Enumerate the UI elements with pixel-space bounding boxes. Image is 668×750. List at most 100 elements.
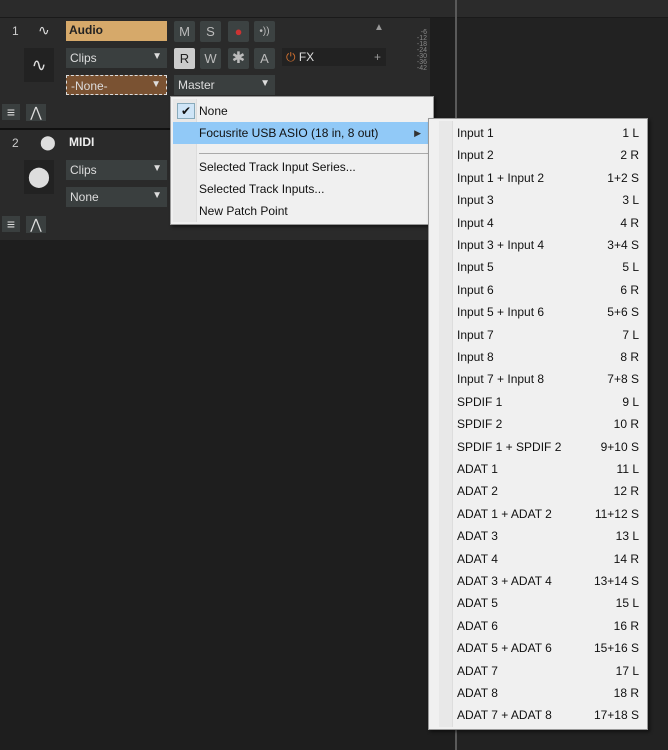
submenu-item-channel: 8 R <box>620 350 639 364</box>
submenu-item[interactable]: ADAT 8 18 R <box>431 682 645 704</box>
submenu-item[interactable]: Input 1 + Input 2 1+2 S <box>431 167 645 189</box>
submenu-item-channel: 17+18 S <box>593 708 639 723</box>
submenu-item[interactable]: ADAT 5 + ADAT 6 15+16 S <box>431 637 645 659</box>
read-automation-button[interactable]: R <box>174 48 195 69</box>
submenu-item[interactable]: Input 1 1 L <box>431 122 645 144</box>
track-name[interactable]: Audio <box>66 21 167 41</box>
submenu-item-label: Input 8 <box>457 350 494 364</box>
automation-icon[interactable]: ⋀ <box>26 104 46 121</box>
submenu-item[interactable]: SPDIF 1 9 L <box>431 391 645 413</box>
submenu-item-label: ADAT 6 <box>457 618 498 633</box>
chevron-down-icon: ▼ <box>152 163 162 174</box>
submenu-item[interactable]: ADAT 1 + ADAT 2 11+12 S <box>431 503 645 525</box>
record-arm-button[interactable]: ● <box>228 21 249 42</box>
submenu-item[interactable]: Input 6 6 R <box>431 279 645 301</box>
input-echo-button[interactable]: •)) <box>254 21 275 42</box>
archive-button[interactable]: A <box>254 48 275 69</box>
fx-bin[interactable]: ⏻ FX + <box>282 48 386 66</box>
submenu-item-label: Input 6 <box>457 282 494 297</box>
track-name[interactable]: MIDI <box>66 133 167 153</box>
submenu-item-label: Input 4 <box>457 215 494 230</box>
submenu-item[interactable]: SPDIF 1 + SPDIF 2 9+10 S <box>431 436 645 458</box>
menu-item-track-inputs[interactable]: Selected Track Inputs... <box>173 178 431 200</box>
meter-tick: -42 <box>416 65 427 72</box>
chevron-down-icon: ▼ <box>152 190 162 201</box>
input-dropdown[interactable]: None ▼ <box>66 187 167 207</box>
midi-icon: ⬤ <box>40 134 56 150</box>
submenu-item[interactable]: ADAT 2 12 R <box>431 480 645 502</box>
submenu-item-label: ADAT 3 + ADAT 4 <box>457 574 552 588</box>
submenu-item-label: Input 1 <box>457 126 494 140</box>
submenu-item[interactable]: Input 2 2 R <box>431 144 645 166</box>
submenu-item-channel: 16 R <box>613 618 639 633</box>
submenu-item[interactable]: Input 7 7 L <box>431 324 645 346</box>
submenu-item-channel: 15+16 S <box>593 641 639 656</box>
submenu-item-label: ADAT 5 <box>457 596 498 611</box>
submenu-item[interactable]: ADAT 6 16 R <box>431 615 645 637</box>
freeze-button[interactable]: ✱ <box>228 48 249 69</box>
menu-item-input-series[interactable]: Selected Track Input Series... <box>173 156 431 178</box>
clips-dropdown[interactable]: Clips ▼ <box>66 48 167 68</box>
submenu-item-channel: 2 R <box>620 148 639 163</box>
add-fx-icon[interactable]: + <box>374 50 381 64</box>
menu-item-none[interactable]: ✔ None <box>173 100 431 122</box>
submenu-item[interactable]: Input 3 + Input 4 3+4 S <box>431 234 645 256</box>
audio-wave-icon: ∿ <box>38 22 50 38</box>
submenu-item[interactable]: ADAT 5 15 L <box>431 592 645 614</box>
automation-icon[interactable]: ⋀ <box>26 216 46 233</box>
checkmark-icon: ✔ <box>177 103 195 119</box>
submenu-item-channel: 14 R <box>613 551 639 566</box>
submenu-item[interactable]: Input 8 8 R <box>431 346 645 368</box>
menu-item-new-patch-point[interactable]: New Patch Point <box>173 200 431 222</box>
clips-label: Clips <box>70 51 97 65</box>
submenu-arrow-icon: ▶ <box>414 128 421 138</box>
submenu-item-channel: 11+12 S <box>594 506 639 521</box>
submenu-item-label: ADAT 5 + ADAT 6 <box>457 641 552 656</box>
submenu-item[interactable]: ADAT 1 11 L <box>431 458 645 480</box>
submenu-item[interactable]: Input 3 3 L <box>431 189 645 211</box>
clips-dropdown[interactable]: Clips ▼ <box>66 160 167 180</box>
submenu-item[interactable]: Input 5 5 L <box>431 256 645 278</box>
output-dropdown[interactable]: Master ▼ <box>174 75 275 95</box>
submenu-item-channel: 6 R <box>620 282 639 297</box>
submenu-item-label: ADAT 7 <box>457 663 498 678</box>
menu-item-label: Selected Track Input Series... <box>199 160 356 174</box>
submenu-item[interactable]: ADAT 4 14 R <box>431 548 645 570</box>
submenu-item-channel: 9+10 S <box>600 439 639 454</box>
power-icon: ⏻ <box>286 50 296 64</box>
submenu-item-channel: 5+6 S <box>607 305 639 320</box>
submenu-item-label: ADAT 1 <box>457 462 498 476</box>
submenu-item-label: SPDIF 1 + SPDIF 2 <box>457 439 562 454</box>
submenu-item[interactable]: ADAT 3 13 L <box>431 525 645 547</box>
submenu-item[interactable]: ADAT 3 + ADAT 4 13+14 S <box>431 570 645 592</box>
menu-item-label: Focusrite USB ASIO (18 in, 8 out) <box>199 126 379 140</box>
submenu-item[interactable]: Input 7 + Input 8 7+8 S <box>431 368 645 390</box>
submenu-item[interactable]: Input 4 4 R <box>431 212 645 234</box>
input-label: -None- <box>71 79 108 93</box>
clips-label: Clips <box>70 163 97 177</box>
submenu-item-channel: 13 L <box>615 529 639 544</box>
submenu-item[interactable]: Input 5 + Input 6 5+6 S <box>431 301 645 323</box>
submenu-item[interactable]: ADAT 7 + ADAT 8 17+18 S <box>431 704 645 726</box>
submenu-item-channel: 7+8 S <box>607 372 639 387</box>
submenu-item-channel: 11 L <box>616 462 639 476</box>
track-layers-icon[interactable]: ≡ <box>2 216 20 232</box>
submenu-item[interactable]: SPDIF 2 10 R <box>431 413 645 435</box>
submenu-item-channel: 17 L <box>615 663 639 678</box>
write-automation-button[interactable]: W <box>200 48 221 69</box>
submenu-item-label: SPDIF 2 <box>457 417 503 432</box>
input-dropdown[interactable]: -None- ▼ <box>66 75 167 95</box>
chevron-down-icon: ▼ <box>260 78 270 89</box>
submenu-item-label: Input 5 <box>457 260 494 275</box>
meter-scale: -6 -12 -18 -24 -30 -36 -42 <box>405 29 427 72</box>
submenu-item-label: SPDIF 1 <box>457 394 503 409</box>
submenu-item-channel: 12 R <box>613 484 639 499</box>
fx-label: FX <box>298 50 315 64</box>
menu-item-focusrite[interactable]: Focusrite USB ASIO (18 in, 8 out) ▶ <box>173 122 431 144</box>
submenu-item[interactable]: ADAT 7 17 L <box>431 660 645 682</box>
focusrite-inputs-submenu: Input 1 1 L Input 2 2 R Input 1 + Input 2 1+2… <box>428 118 648 730</box>
collapse-icon[interactable]: ▲ <box>374 22 384 33</box>
solo-button[interactable]: S <box>200 21 221 42</box>
track-layers-icon[interactable]: ≡ <box>2 104 20 120</box>
mute-button[interactable]: M <box>174 21 195 42</box>
